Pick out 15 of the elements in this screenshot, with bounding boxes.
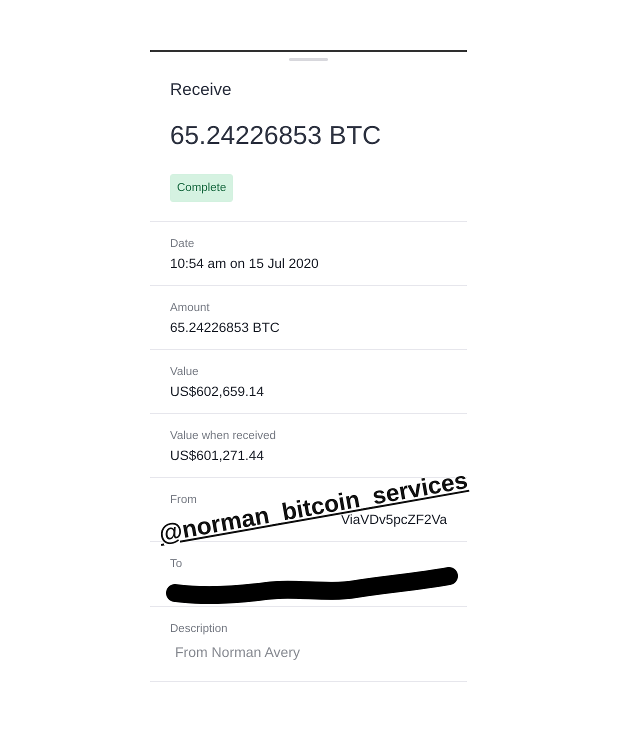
field-value: US$601,271.44 — [170, 447, 265, 465]
field-label: To — [170, 557, 184, 572]
description-text: From Norman Avery — [174, 643, 301, 661]
field-value: 65.24226853 BTC — [170, 319, 281, 337]
field-value: 10:54 am on 15 Jul 2020 — [170, 255, 320, 273]
field-label: Value — [170, 365, 200, 380]
field-value: US$602,659.14 — [170, 383, 265, 401]
transaction-type-title: Receive — [170, 80, 232, 100]
field-label: Amount — [170, 301, 211, 316]
field-label: Description — [170, 622, 229, 637]
field-label: Date — [170, 237, 196, 252]
amount-heading: 65.24226853 BTC — [170, 119, 382, 151]
status-badge: Complete — [170, 174, 234, 202]
drag-handle[interactable] — [289, 58, 328, 61]
field-label: Value when received — [170, 429, 277, 444]
